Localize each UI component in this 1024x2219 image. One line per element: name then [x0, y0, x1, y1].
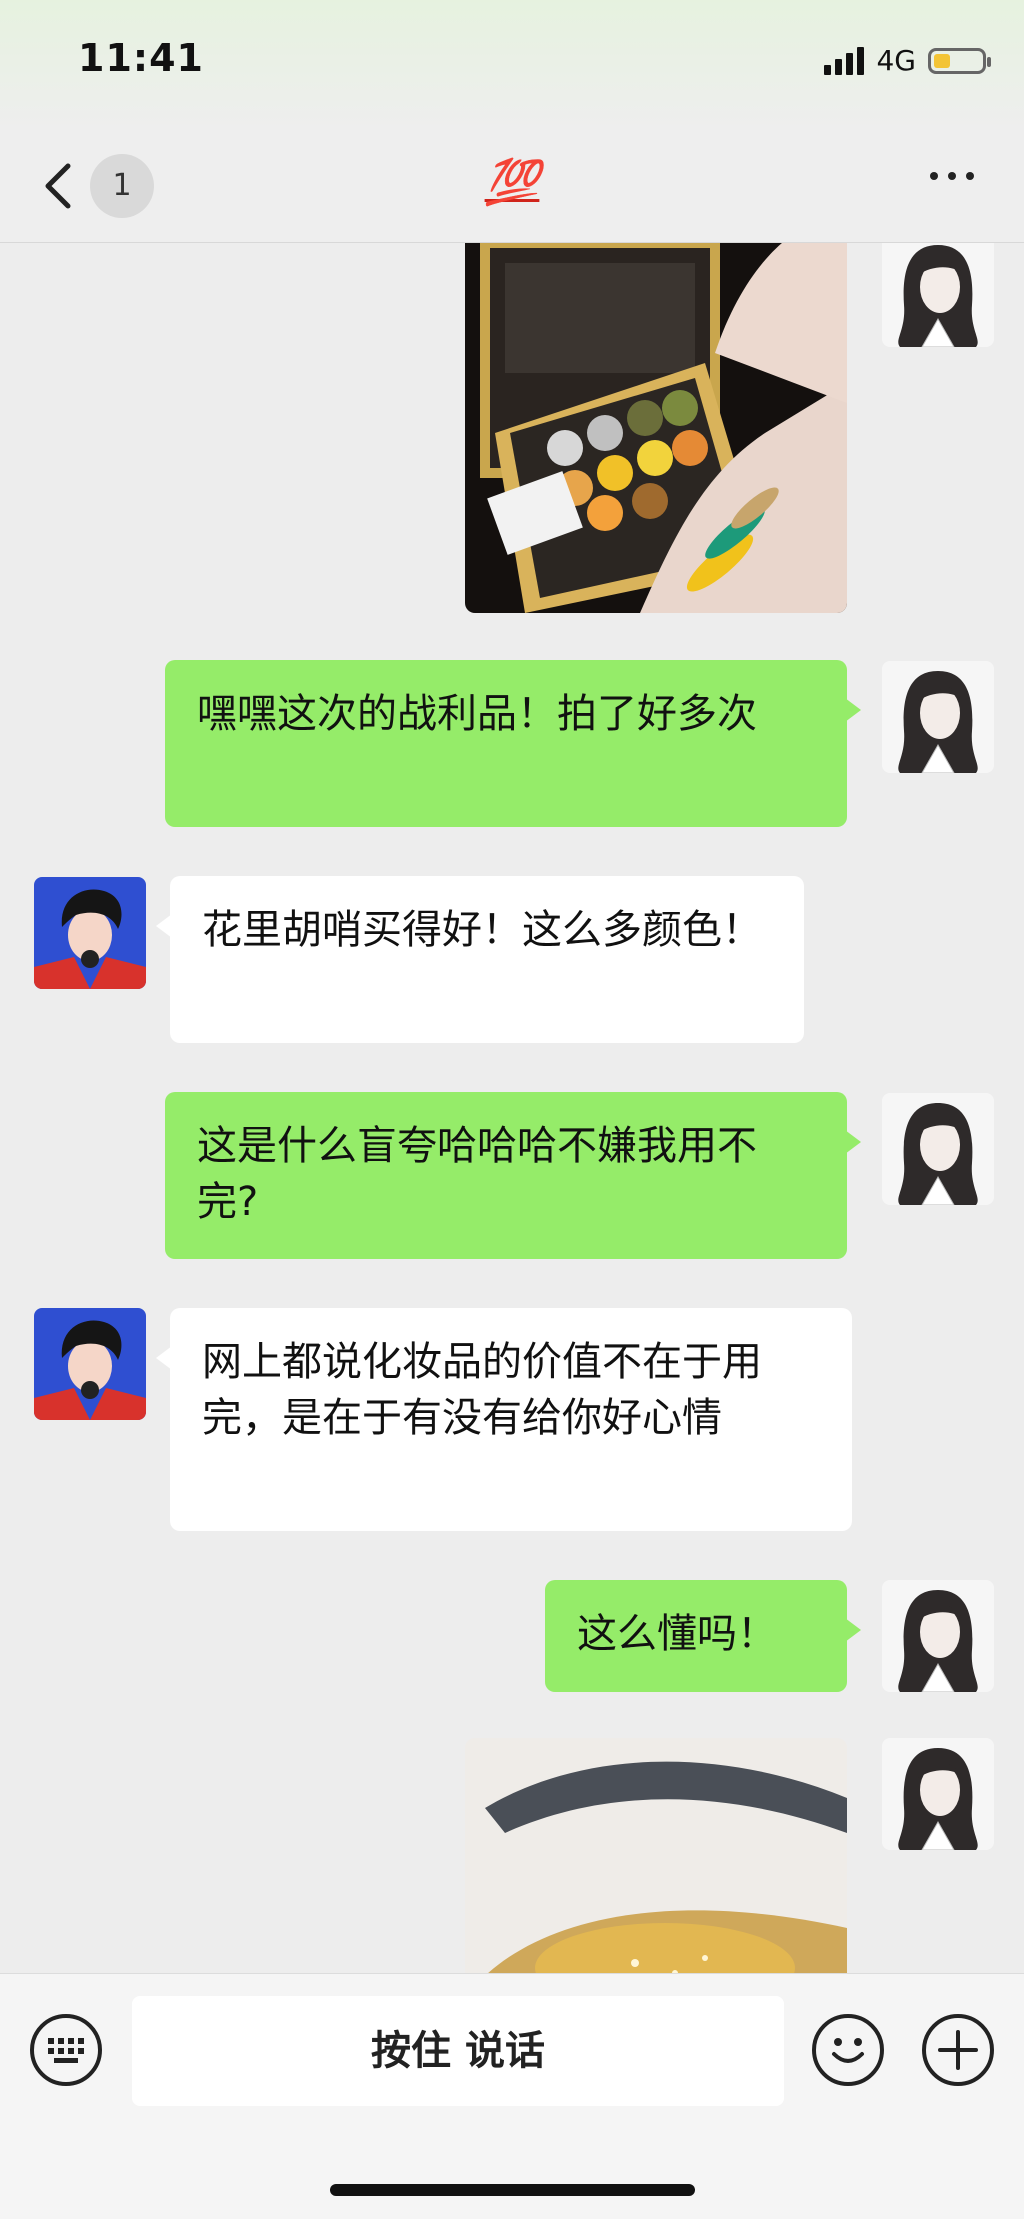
message-image-eye[interactable]: [465, 1738, 847, 1973]
message-bubble-sent[interactable]: 嘿嘿这次的战利品！拍了好多次: [165, 660, 861, 827]
signal-icon: [824, 46, 865, 75]
message-text: 花里胡哨买得好！这么多颜色！: [202, 907, 762, 953]
home-indicator: [330, 2184, 695, 2196]
message-list[interactable]: 嘿嘿这次的战利品！拍了好多次 花里胡哨买得好！这么多颜色！ 这是什么盲夸哈哈哈不…: [0, 243, 1024, 1973]
network-type: 4G: [876, 44, 916, 77]
dot-icon: [930, 172, 938, 180]
message-bubble-received[interactable]: 花里胡哨买得好！这么多颜色！: [156, 876, 804, 1043]
status-icons: 4G: [824, 44, 991, 77]
message-text: 这么懂吗！: [577, 1611, 777, 1657]
girl-avatar-icon: [882, 1093, 994, 1205]
boy-avatar-icon: [34, 877, 146, 989]
message-bubble-sent[interactable]: 这么懂吗！: [545, 1580, 861, 1692]
my-avatar[interactable]: [882, 1580, 994, 1692]
girl-avatar-icon: [882, 661, 994, 773]
hold-to-talk-button[interactable]: 按住 说话: [132, 1996, 784, 2106]
more-functions-button[interactable]: [922, 2014, 994, 2086]
message-bubble-sent[interactable]: 这是什么盲夸哈哈哈不嫌我用不完?: [165, 1092, 861, 1259]
message-bubble-received[interactable]: 网上都说化妆品的价值不在于用完，是在于有没有给你好心情: [156, 1308, 852, 1531]
message-text: 这是什么盲夸哈哈哈不嫌我用不完?: [197, 1123, 757, 1225]
status-bar: 11:41 4G: [0, 0, 1024, 130]
girl-avatar-icon: [882, 1580, 994, 1692]
girl-avatar-icon: [882, 1738, 994, 1850]
girl-avatar-icon: [882, 243, 994, 347]
message-text: 网上都说化妆品的价值不在于用完，是在于有没有给你好心情: [202, 1339, 762, 1441]
palette-photo-icon: [465, 243, 847, 613]
more-options-button[interactable]: [930, 172, 974, 180]
keyboard-icon: [48, 2038, 84, 2063]
smiley-icon: [832, 2038, 864, 2063]
battery-icon: [928, 47, 991, 74]
keyboard-toggle-button[interactable]: [30, 2014, 102, 2086]
message-image-palette[interactable]: [465, 243, 847, 613]
emoji-button[interactable]: [812, 2014, 884, 2086]
message-text: 嘿嘿这次的战利品！拍了好多次: [197, 691, 757, 737]
chat-title: 💯: [484, 157, 540, 208]
input-bar: 按住 说话: [0, 1973, 1024, 2219]
contact-avatar[interactable]: [34, 877, 146, 989]
status-time: 11:41: [78, 36, 204, 80]
my-avatar[interactable]: [882, 661, 994, 773]
my-avatar[interactable]: [882, 1738, 994, 1850]
boy-avatar-icon: [34, 1308, 146, 1420]
my-avatar[interactable]: [882, 243, 994, 347]
contact-avatar[interactable]: [34, 1308, 146, 1420]
chat-header: 1 💯: [0, 130, 1024, 243]
my-avatar[interactable]: [882, 1093, 994, 1205]
dot-icon: [948, 172, 956, 180]
dot-icon: [966, 172, 974, 180]
eye-photo-icon: [465, 1738, 847, 1973]
plus-icon: [938, 2030, 978, 2070]
